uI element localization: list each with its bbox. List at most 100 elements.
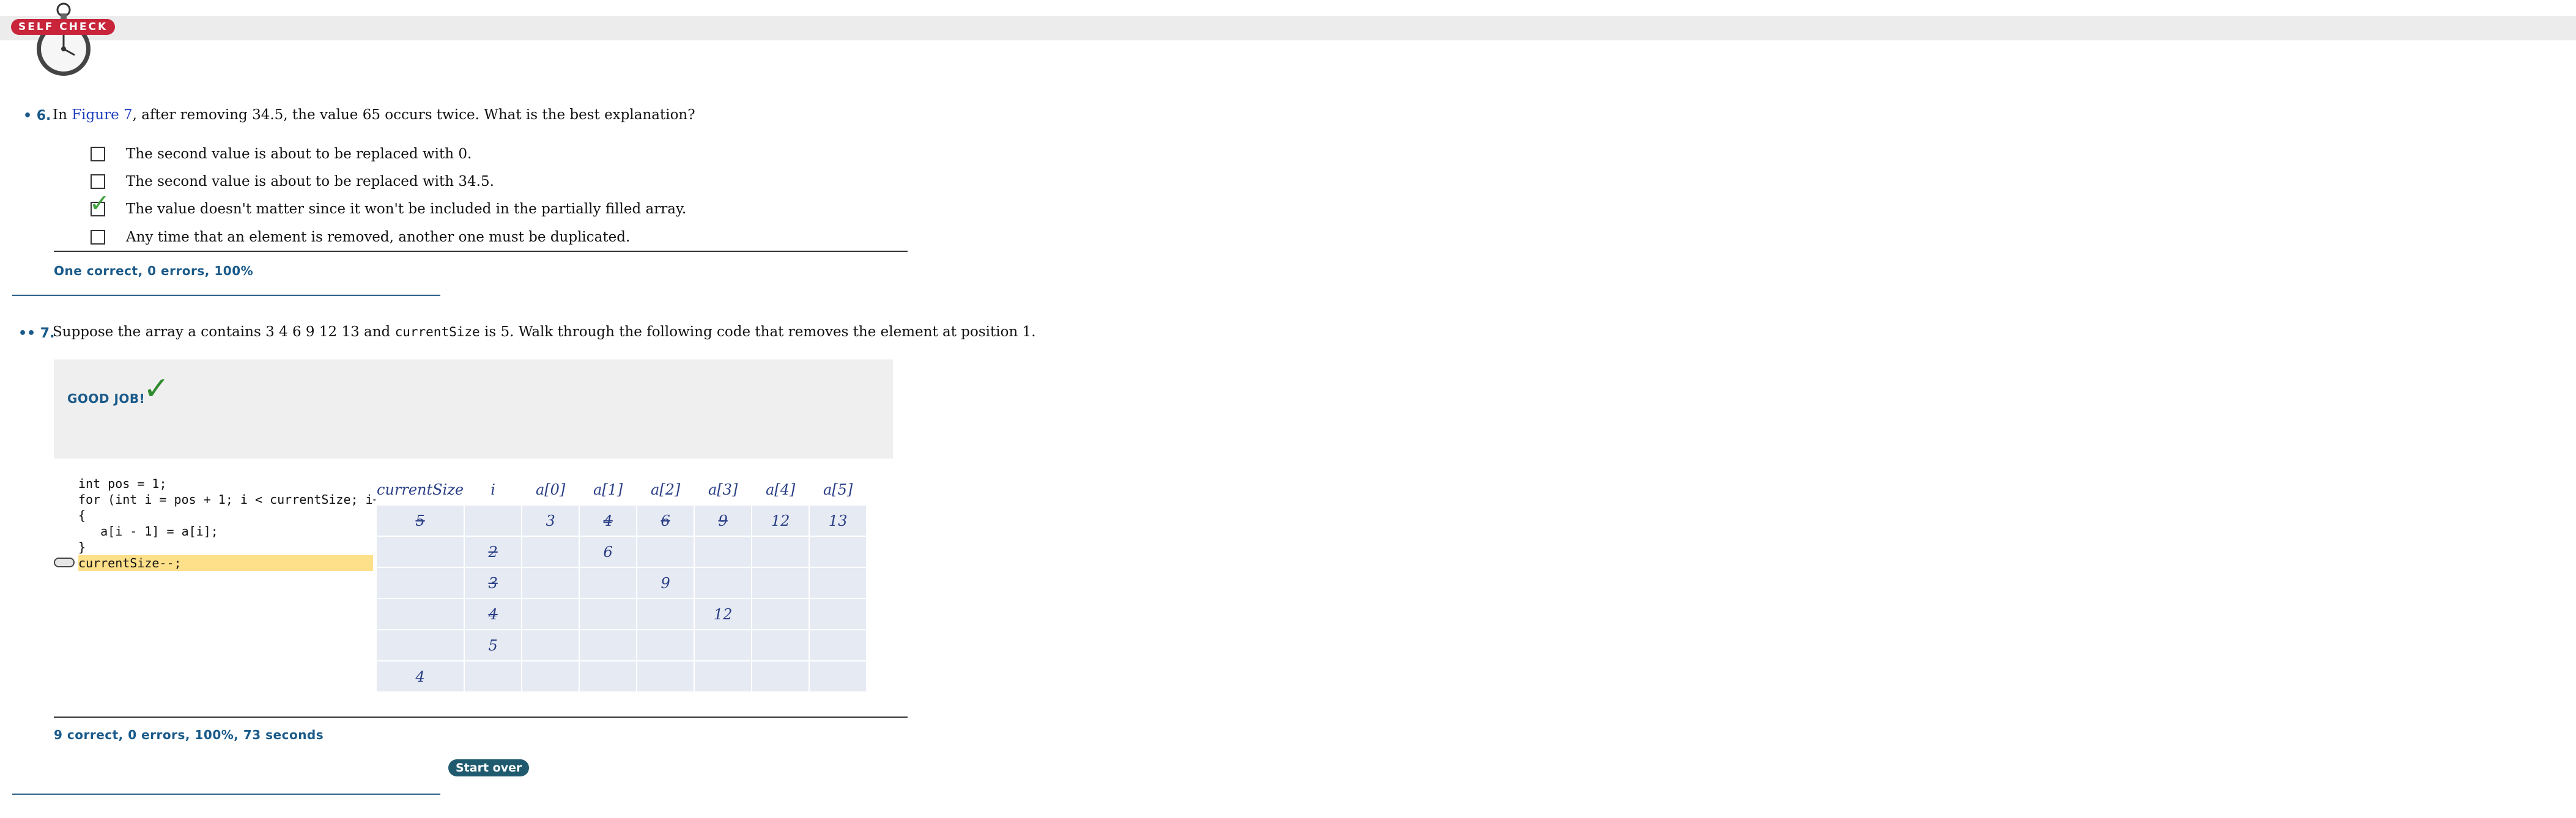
trace-cell[interactable] bbox=[579, 598, 638, 630]
trace-cell[interactable] bbox=[751, 660, 810, 693]
question-6-label: 6. bbox=[36, 108, 51, 123]
trace-cell[interactable] bbox=[751, 567, 810, 599]
trace-cell[interactable] bbox=[521, 660, 580, 693]
trace-cell[interactable] bbox=[694, 629, 753, 661]
code-listing: int pos = 1; for (int i = pos + 1; i < c… bbox=[78, 476, 395, 571]
question-6-score: One correct, 0 errors, 100% bbox=[54, 263, 254, 278]
choice-2-label: The second value is about to be replaced… bbox=[126, 174, 494, 190]
trace-cell[interactable]: 4 bbox=[375, 660, 465, 693]
trace-cell[interactable] bbox=[636, 660, 695, 693]
trace-cell[interactable] bbox=[375, 629, 465, 661]
trace-cell[interactable] bbox=[521, 629, 580, 661]
question-7-text: Suppose the array a contains 3 4 6 9 12 … bbox=[53, 324, 1036, 340]
trace-cell[interactable]: 2 bbox=[464, 536, 523, 568]
trace-cell[interactable] bbox=[521, 567, 580, 599]
trace-cell[interactable] bbox=[521, 598, 580, 630]
trace-cell[interactable] bbox=[751, 536, 810, 568]
question-6-text: In Figure 7, after removing 34.5, the va… bbox=[53, 107, 695, 123]
choice-2-checkbox[interactable] bbox=[91, 174, 105, 189]
question-6-text-end: , after removing 34.5, the value 65 occu… bbox=[132, 107, 695, 123]
trace-cell[interactable] bbox=[464, 504, 523, 537]
trace-cell[interactable] bbox=[809, 660, 868, 693]
start-over-button[interactable]: Start over bbox=[448, 759, 530, 776]
code-line-current: currentSize--; bbox=[78, 555, 373, 571]
trace-cell[interactable] bbox=[751, 598, 810, 630]
line-pointer-icon bbox=[54, 558, 75, 567]
self-check-badge: SELF CHECK bbox=[11, 19, 116, 35]
figure-7-link[interactable]: Figure 7 bbox=[72, 107, 132, 123]
header-a0: a[0] bbox=[521, 473, 580, 506]
trace-cell[interactable]: 3 bbox=[521, 504, 580, 537]
trace-cell[interactable] bbox=[636, 629, 695, 661]
trace-cell[interactable] bbox=[809, 598, 868, 630]
trace-cell[interactable] bbox=[694, 536, 753, 568]
choice-3-checkbox[interactable]: ✓ bbox=[89, 190, 110, 218]
choice-4-label: Any time that an element is removed, ano… bbox=[126, 229, 631, 245]
trace-cell[interactable] bbox=[809, 536, 868, 568]
stopwatch-icon bbox=[37, 2, 91, 76]
trace-cell[interactable] bbox=[375, 598, 465, 630]
choice-4-checkbox[interactable] bbox=[91, 230, 105, 245]
question-7-score: 9 correct, 0 errors, 100%, 73 seconds bbox=[54, 728, 324, 742]
code-line: a[i - 1] = a[i]; bbox=[78, 524, 218, 539]
trace-cell[interactable] bbox=[636, 536, 695, 568]
table-row: 2 6 bbox=[375, 536, 868, 568]
header-a2: a[2] bbox=[636, 473, 695, 506]
trace-cell[interactable]: 12 bbox=[694, 598, 753, 630]
trace-cell[interactable]: 5 bbox=[464, 629, 523, 661]
header-a5: a[5] bbox=[809, 473, 868, 506]
top-bar bbox=[0, 16, 2576, 40]
question-6-level: • bbox=[23, 108, 32, 123]
trace-cell[interactable]: 3 bbox=[464, 567, 523, 599]
trace-cell[interactable] bbox=[375, 536, 465, 568]
trace-cell[interactable]: 6 bbox=[579, 536, 638, 568]
code-line: { bbox=[78, 508, 86, 523]
choice-1[interactable]: The second value is about to be replaced… bbox=[91, 144, 472, 164]
check-icon: ✓ bbox=[143, 370, 170, 407]
table-row: 5 3 4 6 9 12 13 bbox=[375, 504, 868, 537]
trace-cell[interactable] bbox=[579, 629, 638, 661]
trace-cell[interactable] bbox=[694, 567, 753, 599]
table-row: 4 12 bbox=[375, 598, 868, 630]
section-divider bbox=[12, 794, 440, 795]
question-6-number: • 6. bbox=[23, 108, 51, 123]
trace-cell[interactable]: 5 bbox=[375, 504, 465, 537]
trace-header-row: currentSize i a[0] a[1] a[2] a[3] a[4] a… bbox=[375, 473, 868, 506]
question-6-text-start: In bbox=[53, 107, 72, 123]
trace-cell[interactable]: 12 bbox=[751, 504, 810, 537]
trace-cell[interactable] bbox=[694, 660, 753, 693]
trace-cell[interactable] bbox=[521, 536, 580, 568]
trace-cell[interactable]: 4 bbox=[579, 504, 638, 537]
header-a4: a[4] bbox=[751, 473, 810, 506]
trace-cell[interactable] bbox=[464, 660, 523, 693]
header-i: i bbox=[464, 473, 523, 506]
choice-3[interactable]: ✓ The value doesn't matter since it won'… bbox=[89, 190, 686, 219]
question-7-level: •• bbox=[18, 326, 36, 341]
trace-cell[interactable]: 6 bbox=[636, 504, 695, 537]
header-a1: a[1] bbox=[579, 473, 638, 506]
choice-1-checkbox[interactable] bbox=[91, 147, 105, 161]
trace-cell[interactable] bbox=[579, 567, 638, 599]
question-7-text-end: is 5. Walk through the following code th… bbox=[479, 324, 1036, 340]
header-current-size: currentSize bbox=[375, 473, 465, 506]
trace-cell[interactable] bbox=[579, 660, 638, 693]
trace-cell[interactable]: 9 bbox=[694, 504, 753, 537]
choice-1-label: The second value is about to be replaced… bbox=[126, 146, 472, 162]
question-7-text-start: Suppose the array a contains 3 4 6 9 12 … bbox=[53, 324, 395, 340]
table-row: 4 bbox=[375, 660, 868, 693]
trace-cell[interactable]: 4 bbox=[464, 598, 523, 630]
code-line: int pos = 1; bbox=[78, 476, 167, 491]
feedback-box: GOOD JOB! ✓ bbox=[54, 359, 893, 459]
trace-cell[interactable] bbox=[375, 567, 465, 599]
choice-2[interactable]: The second value is about to be replaced… bbox=[91, 171, 494, 192]
trace-cell[interactable] bbox=[809, 567, 868, 599]
trace-cell[interactable] bbox=[636, 598, 695, 630]
code-line: for (int i = pos + 1; i < currentSize; i… bbox=[78, 492, 395, 507]
trace-cell[interactable]: 9 bbox=[636, 567, 695, 599]
trace-cell[interactable]: 13 bbox=[809, 504, 868, 537]
trace-cell[interactable] bbox=[809, 629, 868, 661]
checkmark-icon: ✓ bbox=[89, 190, 110, 218]
choice-4[interactable]: Any time that an element is removed, ano… bbox=[91, 227, 630, 248]
trace-table: currentSize i a[0] a[1] a[2] a[3] a[4] a… bbox=[375, 473, 868, 693]
trace-cell[interactable] bbox=[751, 629, 810, 661]
